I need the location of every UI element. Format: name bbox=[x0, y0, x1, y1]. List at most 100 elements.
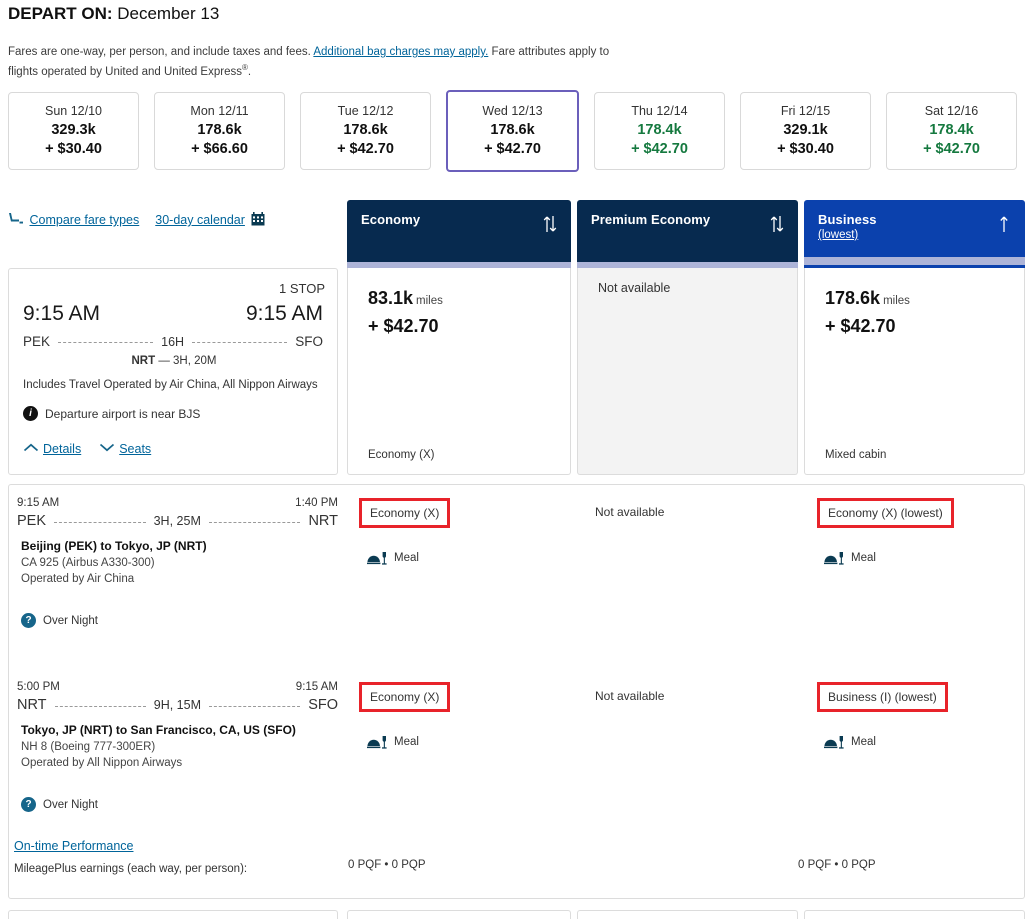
itinerary-codes: PEK 16H SFO bbox=[23, 334, 323, 349]
thirty-day-calendar-group[interactable]: 30-day calendar bbox=[155, 212, 265, 227]
thirty-day-calendar-link[interactable]: 30-day calendar bbox=[155, 213, 245, 227]
segment-meal-economy: Meal bbox=[367, 735, 419, 749]
sort-updown-icon[interactable] bbox=[768, 214, 786, 234]
fare-cell-premium-economy: Not available bbox=[577, 268, 798, 475]
calendar-icon bbox=[251, 212, 265, 226]
next-result-row[interactable] bbox=[8, 910, 1025, 919]
itinerary-depart-time: 9:15 AM bbox=[23, 302, 101, 325]
date-card-miles: 329.1k bbox=[783, 121, 828, 138]
date-card[interactable]: Tue 12/12 178.6k + $42.70 bbox=[300, 92, 431, 170]
help-icon[interactable]: ? bbox=[21, 613, 36, 628]
details-link[interactable]: Details bbox=[43, 442, 81, 456]
fare-miles-value-economy: 83.1k bbox=[368, 288, 414, 308]
meal-icon bbox=[367, 551, 387, 565]
segment-overnight: ? Over Night bbox=[15, 613, 340, 628]
sort-updown-icon[interactable] bbox=[541, 214, 559, 234]
segment-fare-economy-highlight: Economy (X) bbox=[359, 682, 451, 712]
segment-meal-label-business: Meal bbox=[851, 736, 876, 748]
segment-meal-business: Meal bbox=[824, 551, 876, 565]
pqf-pqp-economy: 0 PQF • 0 PQP bbox=[348, 859, 426, 871]
on-time-performance-link[interactable]: On-time Performance bbox=[14, 839, 133, 853]
segment-destination: SFO bbox=[308, 697, 339, 713]
flight-detail-panel: 9:15 AM 1:40 PM PEK 3H, 25M NRT Beijing … bbox=[8, 484, 1025, 899]
itinerary-summary-card: 1 STOP 9:15 AM 9:15 AM PEK 16H SFO NRT —… bbox=[8, 268, 338, 475]
segment-origin: PEK bbox=[17, 513, 47, 529]
cabin-lowest-link-business[interactable]: (lowest) bbox=[818, 229, 1011, 241]
segment-times: 5:00 PM 9:15 AM bbox=[15, 681, 340, 693]
date-card-miles: 329.3k bbox=[51, 121, 96, 138]
date-card-miles: 178.6k bbox=[343, 121, 388, 138]
next-fare-cell-premium-economy[interactable] bbox=[577, 910, 798, 919]
segment-dash-right bbox=[209, 705, 301, 707]
cabin-header-strip-business bbox=[804, 257, 1025, 265]
fare-cell-economy[interactable]: 83.1k miles + $42.70 Economy (X) bbox=[347, 268, 571, 475]
next-fare-cell-economy[interactable] bbox=[347, 910, 571, 919]
segment-depart-time: 9:15 AM bbox=[17, 497, 60, 509]
segment-fare-business[interactable]: Economy (X) (lowest) bbox=[817, 498, 954, 528]
date-card[interactable]: Wed 12/13 178.6k + $42.70 bbox=[446, 90, 579, 172]
segment-route: Tokyo, JP (NRT) to San Francisco, CA, US… bbox=[21, 723, 296, 737]
date-card-miles: 178.4k bbox=[637, 121, 682, 138]
segment-meal-business: Meal bbox=[824, 735, 876, 749]
cabin-header-premium-economy[interactable]: Premium Economy bbox=[577, 200, 798, 268]
next-fare-cell-business[interactable] bbox=[804, 910, 1025, 919]
date-card[interactable]: Fri 12/15 329.1k + $30.40 bbox=[740, 92, 871, 170]
compare-fare-types-group[interactable]: Compare fare types bbox=[8, 212, 139, 227]
utility-links: Compare fare types 30-day calendar bbox=[8, 212, 265, 227]
segment-fare-economy[interactable]: Economy (X) bbox=[359, 682, 451, 712]
date-card[interactable]: Mon 12/11 178.6k + $66.60 bbox=[154, 92, 285, 170]
segment-operator: Operated by Air China bbox=[21, 573, 135, 585]
chevron-up-icon bbox=[23, 441, 39, 452]
next-itinerary-card[interactable] bbox=[8, 910, 338, 919]
date-card[interactable]: Sun 12/10 329.3k + $30.40 bbox=[8, 92, 139, 170]
segment-meal-economy: Meal bbox=[367, 551, 419, 565]
details-toggle[interactable]: Details bbox=[23, 441, 81, 456]
date-card-miles: 178.6k bbox=[490, 121, 535, 138]
date-card-miles: 178.4k bbox=[929, 121, 974, 138]
date-card-price: + $66.60 bbox=[191, 140, 248, 157]
segment-operator: Operated by All Nippon Airways bbox=[21, 757, 183, 769]
segment-fare-economy-highlight: Economy (X) bbox=[359, 498, 451, 528]
compare-fare-types-link[interactable]: Compare fare types bbox=[29, 213, 139, 227]
segment-dash-left bbox=[54, 705, 146, 707]
date-card[interactable]: Sat 12/16 178.4k + $42.70 bbox=[886, 92, 1017, 170]
segment-fare-business-highlight: Economy (X) (lowest) bbox=[817, 498, 954, 528]
sort-up-icon[interactable] bbox=[995, 214, 1013, 234]
segment-origin: NRT bbox=[17, 697, 47, 713]
itinerary-includes: Includes Travel Operated by Air China, A… bbox=[23, 379, 318, 391]
date-card-price: + $42.70 bbox=[337, 140, 394, 157]
route-dash-left bbox=[58, 342, 154, 343]
segment-fare-economy[interactable]: Economy (X) bbox=[359, 498, 451, 528]
cabin-header-economy[interactable]: Economy bbox=[347, 200, 571, 268]
seats-toggle[interactable]: Seats bbox=[99, 441, 151, 456]
seats-link[interactable]: Seats bbox=[119, 442, 151, 456]
segment-codes: NRT 9H, 15M SFO bbox=[15, 697, 340, 713]
segment-duration: 9H, 15M bbox=[153, 698, 201, 712]
segment-arrive-time: 9:15 AM bbox=[295, 681, 338, 693]
segment-fare-business[interactable]: Business (I) (lowest) bbox=[817, 682, 948, 712]
segment-fare-business-highlight: Business (I) (lowest) bbox=[817, 682, 948, 712]
fare-miles-business: 178.6k miles bbox=[825, 288, 910, 309]
date-card-day: Fri 12/15 bbox=[780, 103, 831, 118]
segment-fare-premium-economy: Not available bbox=[595, 689, 665, 703]
info-icon: i bbox=[23, 406, 38, 421]
fare-price-business: + $42.70 bbox=[825, 316, 896, 336]
segment-equipment: NH 8 (Boeing 777-300ER) bbox=[21, 741, 156, 753]
page-title: DEPART ON: December 13 bbox=[8, 4, 219, 24]
additional-bag-charges-link[interactable]: Additional bag charges may apply. bbox=[313, 46, 488, 58]
date-card-price: + $42.70 bbox=[484, 140, 541, 157]
itinerary-layover: NRT — 3H, 20M bbox=[9, 355, 339, 367]
itinerary-arrive-time: 9:15 AM bbox=[245, 302, 323, 325]
date-card-day: Tue 12/12 bbox=[337, 103, 394, 118]
fare-cell-business[interactable]: 178.6k miles + $42.70 Mixed cabin bbox=[804, 268, 1025, 475]
layover-code: NRT bbox=[131, 355, 156, 367]
date-card-price: + $42.70 bbox=[923, 140, 980, 157]
date-card-price: + $42.70 bbox=[631, 140, 688, 157]
itinerary-destination: SFO bbox=[295, 334, 323, 349]
date-card[interactable]: Thu 12/14 178.4k + $42.70 bbox=[594, 92, 725, 170]
near-airport-text: Departure airport is near BJS bbox=[45, 406, 201, 421]
on-time-performance[interactable]: On-time Performance bbox=[14, 839, 133, 853]
layover-duration: — 3H, 20M bbox=[158, 355, 217, 367]
fare-footer-economy: Economy (X) bbox=[368, 449, 435, 461]
help-icon[interactable]: ? bbox=[21, 797, 36, 812]
